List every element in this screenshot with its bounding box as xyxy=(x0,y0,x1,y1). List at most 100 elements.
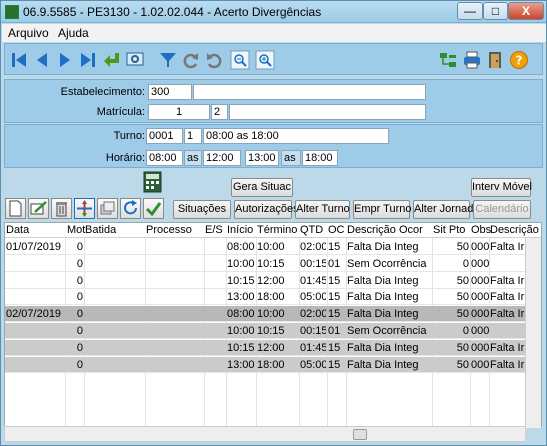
horario-end2: 18:00 xyxy=(302,150,338,166)
estab-field[interactable]: 300 xyxy=(148,84,192,100)
cell-5: 13:00 xyxy=(227,358,255,371)
cell-9: Falta Dia Integ xyxy=(347,308,419,321)
cell-6: 10:15 xyxy=(257,257,285,270)
cell-11: 0000 xyxy=(471,241,489,253)
edit-button[interactable] xyxy=(28,198,49,219)
cell-12: Falta Ir xyxy=(490,274,525,287)
first-record-icon[interactable] xyxy=(9,50,29,70)
cell-5: 10:15 xyxy=(227,274,255,287)
search-screen-icon[interactable] xyxy=(125,50,145,70)
table-row[interactable]: 0 10:1512:00 01:4515 Falta Dia Integ 500000F… xyxy=(5,273,525,289)
col-header-7[interactable]: QTD xyxy=(300,224,323,236)
maximize-button[interactable]: □ xyxy=(483,2,508,20)
cell-10: 50 xyxy=(456,341,469,354)
col-header-2[interactable]: Batida xyxy=(85,224,116,236)
cell-6: 10:00 xyxy=(257,308,285,321)
col-header-8[interactable]: OC xyxy=(328,224,345,236)
zoom-in-icon[interactable] xyxy=(255,50,275,70)
occurrences-grid[interactable]: Data Mot Batida Processo E/S Início Término QTD… xyxy=(4,222,542,428)
cell-6: 18:00 xyxy=(257,358,285,371)
calculator-icon[interactable] xyxy=(142,171,163,193)
redo-icon[interactable] xyxy=(181,50,201,70)
col-header-10[interactable]: Sit Pto xyxy=(433,224,465,236)
col-header-0[interactable]: Data xyxy=(6,224,29,236)
col-header-4[interactable]: E/S xyxy=(205,224,223,236)
scroll-thumb[interactable] xyxy=(353,429,367,440)
cell-1: 0 xyxy=(76,257,83,270)
col-header-1[interactable]: Mot xyxy=(67,224,85,236)
table-row[interactable]: 010:0010:1500:1501Sem Ocorrência00000 xyxy=(5,256,525,272)
cell-1: 0 xyxy=(76,291,83,304)
interv-movel-button[interactable]: Interv Móvel xyxy=(471,178,532,197)
copy-button[interactable] xyxy=(97,198,118,219)
next-record-icon[interactable] xyxy=(55,50,75,70)
cell-12: Falta Ir xyxy=(490,358,525,371)
table-row[interactable]: 0 10:1512:00 01:4515 Falta Dia Integ 500000F… xyxy=(5,339,525,356)
tree-structure-icon[interactable] xyxy=(438,50,458,70)
col-header-9[interactable]: Descrição Ocor xyxy=(347,224,423,236)
table-row[interactable]: 0 13:0018:00 05:0015 Falta Dia Integ 500000F… xyxy=(5,289,525,306)
table-row[interactable]: 010:0010:1500:1501Sem Ocorrência00000 xyxy=(5,323,525,339)
previous-record-icon[interactable] xyxy=(32,50,52,70)
col-header-12[interactable]: Descrição xyxy=(490,224,539,236)
col-header-6[interactable]: Término xyxy=(257,224,297,236)
empr-turno-button[interactable]: Empr Turno xyxy=(353,200,411,219)
autorizacoes-button[interactable]: Autorizações xyxy=(234,200,299,219)
cell-5: 08:00 xyxy=(227,241,255,253)
table-row[interactable]: 01/07/2019 0 08:00 10:00 02:00 15 Falta Dia In… xyxy=(5,239,525,255)
calendario-button: Calendário xyxy=(473,200,531,219)
confirm-button[interactable] xyxy=(143,198,164,219)
cell-9: Falta Dia Integ xyxy=(347,241,419,253)
cell-12: Falta Ir xyxy=(490,291,525,304)
refresh-button[interactable] xyxy=(120,198,141,219)
vertical-scrollbar[interactable] xyxy=(525,238,541,428)
gera-situac-button[interactable]: Gera Situac xyxy=(231,178,293,197)
cell-11: 0000 xyxy=(471,274,489,287)
table-row[interactable]: 0 13:0018:00 05:0015 Falta Dia Integ 500000F… xyxy=(5,356,525,373)
col-header-5[interactable]: Início xyxy=(227,224,253,236)
as-label-2: as xyxy=(281,150,301,166)
matricula-seq-field[interactable]: 2 xyxy=(211,104,228,120)
undo-icon[interactable] xyxy=(204,50,224,70)
last-record-icon[interactable] xyxy=(78,50,98,70)
help-icon[interactable]: ? xyxy=(509,50,529,70)
delete-button[interactable] xyxy=(51,198,72,219)
toolbar: ? xyxy=(4,43,543,75)
close-button[interactable]: X xyxy=(508,2,544,20)
col-header-11[interactable]: Obs xyxy=(471,224,491,236)
horario-start2: 13:00 xyxy=(245,150,279,166)
cell-12: Falta Ir xyxy=(490,241,525,253)
cell-8: 15 xyxy=(328,358,341,371)
filter-icon[interactable] xyxy=(158,50,178,70)
cell-1: 0 xyxy=(76,358,83,371)
horizontal-scrollbar[interactable] xyxy=(4,426,526,442)
app-icon xyxy=(5,5,19,19)
cell-8: 15 xyxy=(328,308,341,321)
alter-jornada-button[interactable]: Alter Jornada xyxy=(413,200,479,219)
estab-name-field xyxy=(193,84,426,100)
alter-turno-button[interactable]: Alter Turno xyxy=(295,200,350,219)
menu-ajuda[interactable]: Ajuda xyxy=(58,26,89,40)
cell-8: 15 xyxy=(328,274,341,287)
refresh-icon xyxy=(124,200,137,215)
menu-arquivo[interactable]: Arquivo xyxy=(8,26,49,40)
cell-0: 01/07/2019 xyxy=(6,241,62,253)
cell-10: 0 xyxy=(462,325,469,337)
turno-code-field[interactable]: 0001 xyxy=(146,128,183,144)
title-bar[interactable]: 06.9.5585 - PE3130 - 1.02.02.044 - Acert… xyxy=(1,1,546,23)
table-row[interactable]: 02/07/2019 0 08:00 10:00 02:00 15 Falta Dia In… xyxy=(5,306,525,323)
minimize-button[interactable]: — xyxy=(457,2,483,20)
printer-icon[interactable] xyxy=(462,50,482,70)
cell-6: 18:00 xyxy=(257,291,285,304)
zoom-out-icon[interactable] xyxy=(230,50,250,70)
situacoes-button[interactable]: Situações xyxy=(173,200,231,219)
new-doc-button[interactable] xyxy=(5,198,26,219)
turno-num-field[interactable]: 1 xyxy=(184,128,202,144)
exit-door-icon[interactable] xyxy=(485,50,505,70)
col-header-3[interactable]: Processo xyxy=(146,224,192,236)
cell-7: 01:45 xyxy=(300,341,326,354)
move-button[interactable] xyxy=(74,198,95,219)
go-to-icon[interactable] xyxy=(102,50,122,70)
employee-panel: Estabelecimento: 300 Matrícula: 1 2 xyxy=(4,79,543,123)
matricula-field[interactable]: 1 xyxy=(148,104,210,120)
